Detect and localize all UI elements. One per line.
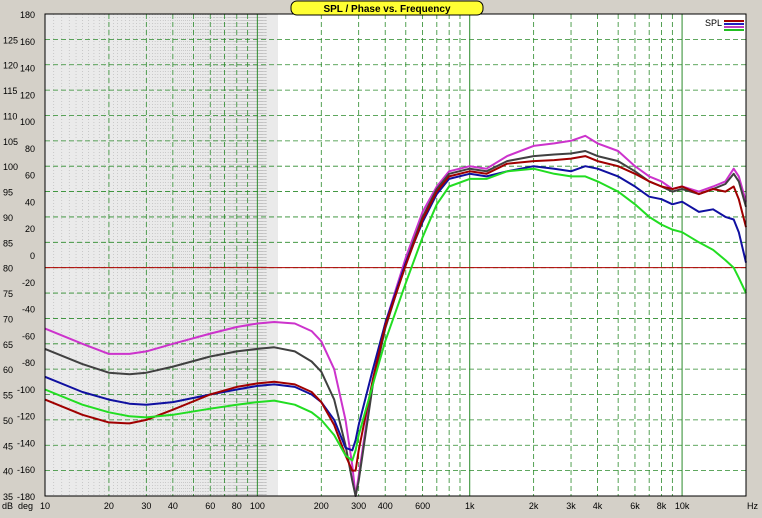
x-tick-label: 100 [250, 501, 265, 511]
y-right-tick-label: -160 [17, 465, 35, 475]
y-right-tick-label: -120 [17, 412, 35, 422]
x-tick-label: 8k [657, 501, 667, 511]
legend-label: SPL [705, 18, 722, 28]
y-left-tick-label: 95 [3, 188, 13, 198]
y-right-tick-label: 100 [20, 117, 35, 127]
x-tick-label: 6k [630, 501, 640, 511]
y-left-tick-label: 75 [3, 289, 13, 299]
x-tick-label: 10 [40, 501, 50, 511]
x-tick-label: 20 [104, 501, 114, 511]
x-tick-label: 30 [141, 501, 151, 511]
y-right-tick-label: -140 [17, 438, 35, 448]
y-right-tick-label: -100 [17, 385, 35, 395]
y-right-tick-label: -80 [22, 358, 35, 368]
x-tick-label: 60 [205, 501, 215, 511]
chart-title: SPL / Phase vs. Frequency [323, 4, 451, 15]
y-right-tick-label: 160 [20, 37, 35, 47]
y-right-tick-label: -60 [22, 331, 35, 341]
y-left-tick-label: 65 [3, 340, 13, 350]
y-right-axis-label: deg [18, 501, 33, 511]
y-left-axis-label: dB [2, 501, 13, 511]
x-tick-label: 1k [465, 501, 475, 511]
x-tick-label: 2k [529, 501, 539, 511]
chart-svg: 3540455055606570758085909510010511011512… [0, 0, 762, 513]
x-tick-label: 300 [351, 501, 366, 511]
x-tick-label: 80 [232, 501, 242, 511]
y-left-tick-label: 40 [3, 467, 13, 477]
y-right-tick-label: 20 [25, 224, 35, 234]
y-left-tick-label: 85 [3, 238, 13, 248]
y-left-tick-label: 120 [3, 61, 18, 71]
y-right-tick-label: 180 [20, 10, 35, 20]
y-left-tick-label: 110 [3, 111, 17, 121]
y-right-tick-label: 80 [25, 144, 35, 154]
x-tick-label: 3k [566, 501, 576, 511]
y-left-tick-label: 80 [3, 264, 13, 274]
y-right-tick-label: 60 [25, 171, 35, 181]
y-right-tick-label: 140 [20, 64, 35, 74]
x-tick-label: 40 [168, 501, 178, 511]
y-right-tick-label: -40 [22, 305, 35, 315]
y-left-tick-label: 60 [3, 365, 13, 375]
x-tick-label: 10k [675, 501, 690, 511]
y-right-tick-label: 0 [30, 251, 35, 261]
x-tick-label: 4k [593, 501, 603, 511]
x-tick-label: 600 [415, 501, 430, 511]
y-left-tick-label: 45 [3, 441, 13, 451]
y-left-tick-label: 55 [3, 391, 13, 401]
x-tick-label: 400 [378, 501, 393, 511]
y-left-tick-label: 115 [3, 86, 17, 96]
y-left-tick-label: 90 [3, 213, 13, 223]
chart-title-box: SPL / Phase vs. Frequency [290, 0, 484, 16]
y-right-tick-label: 40 [25, 197, 35, 207]
y-left-tick-label: 70 [3, 314, 13, 324]
y-left-tick-label: 50 [3, 416, 13, 426]
spl-phase-chart: 35 40 45 50 55 60 65 70 75 80 85 90 95 100 105 110 115 12… [0, 0, 762, 513]
y-right-tick-label: -20 [22, 278, 35, 288]
y-left-tick-label: 100 [3, 162, 18, 172]
x-axis-label: Hz [747, 501, 758, 511]
low-frequency-shaded-region [45, 14, 278, 496]
y-left-tick-label: 105 [3, 137, 18, 147]
y-left-tick-label: 125 [3, 35, 18, 45]
y-right-tick-label: 120 [20, 90, 35, 100]
x-tick-label: 200 [314, 501, 329, 511]
